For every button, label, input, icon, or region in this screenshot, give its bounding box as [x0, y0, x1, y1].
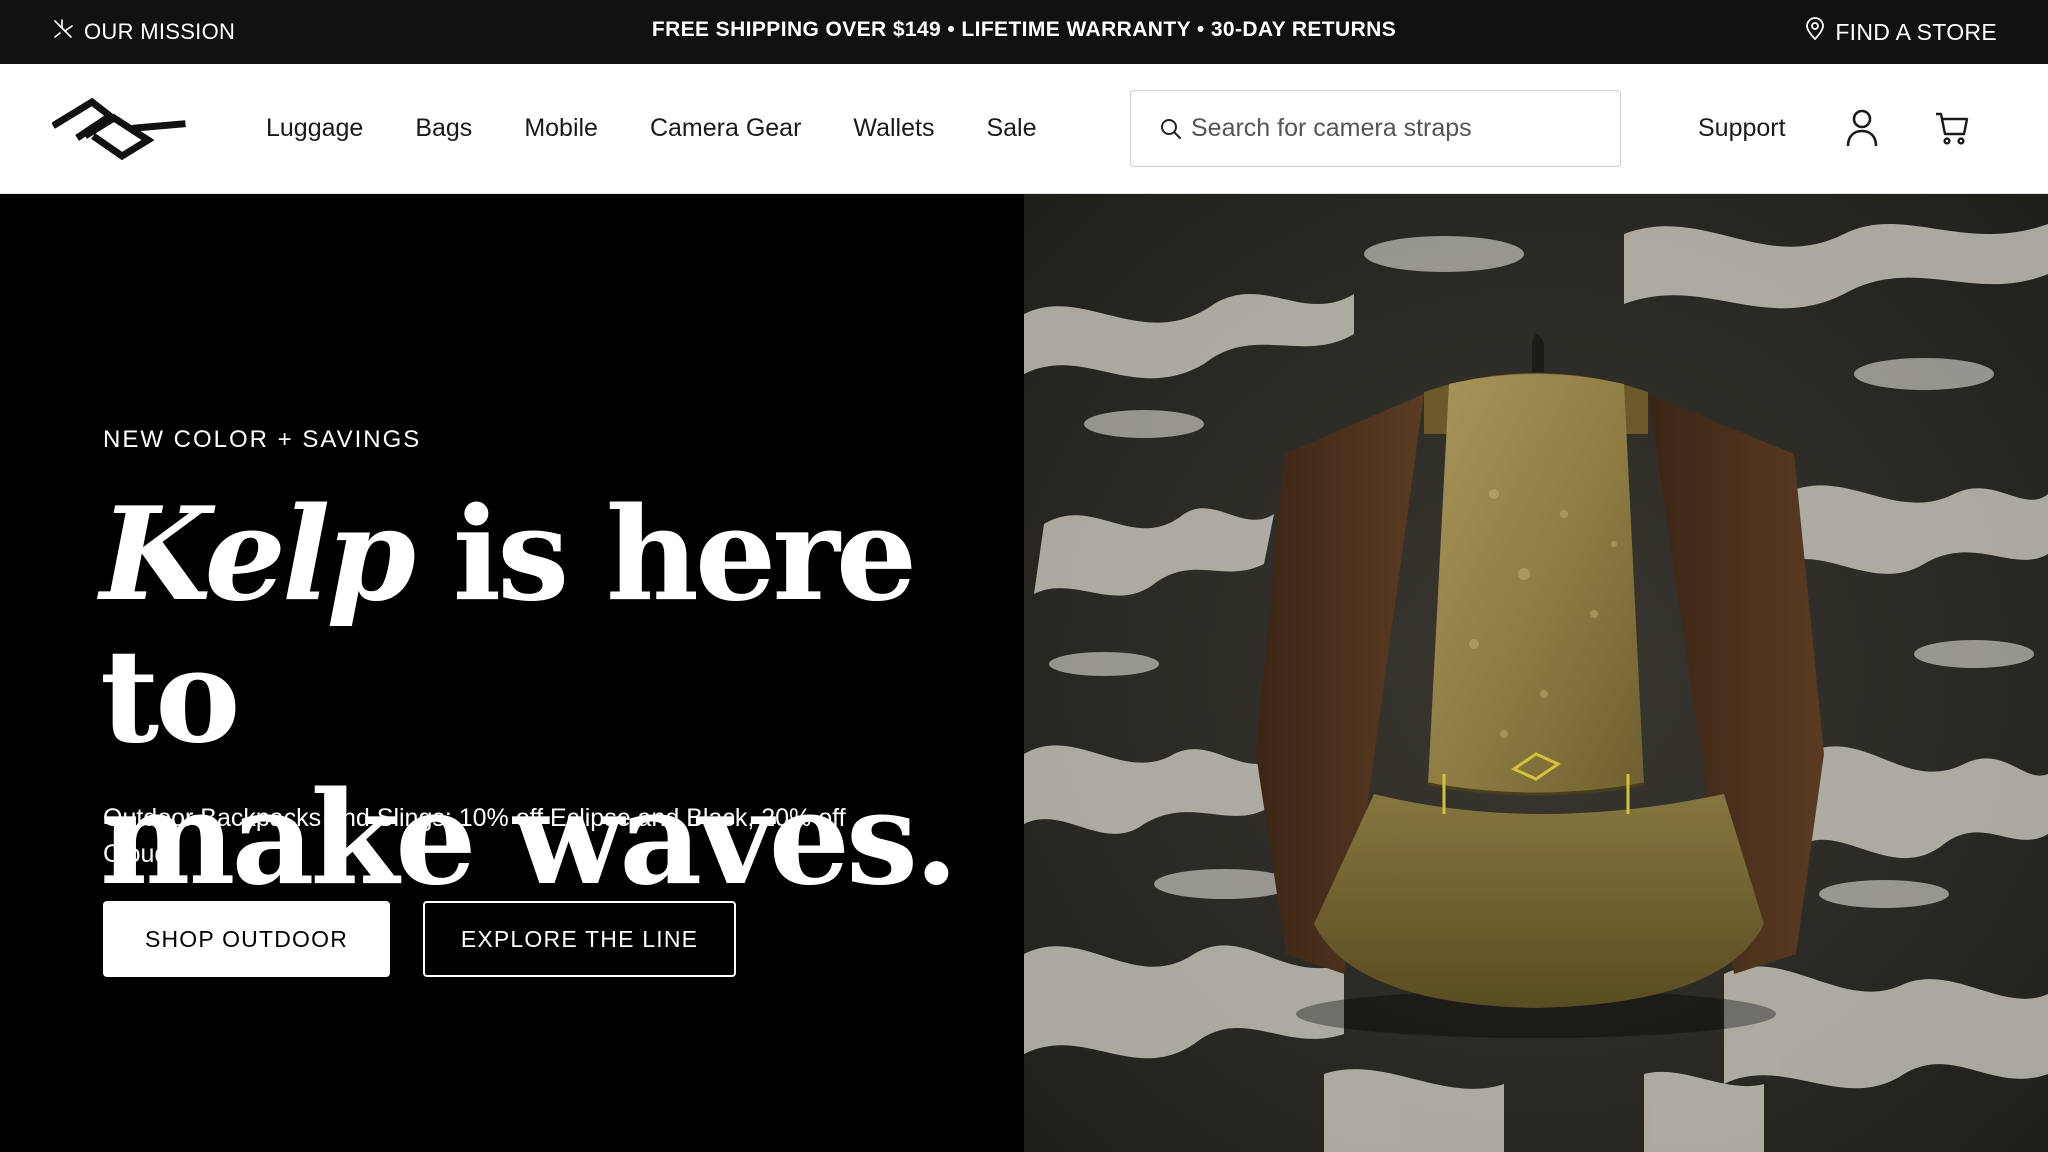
nav-item-mobile[interactable]: Mobile [524, 114, 598, 143]
cart-icon[interactable] [1934, 110, 1970, 146]
promo-message: FREE SHIPPING OVER $149 • LIFETIME WARRA… [651, 18, 1397, 41]
main-nav: Luggage Bags Mobile Camera Gear Wallets … [266, 64, 1089, 192]
hero-subcopy: Outdoor Backpacks and Slings: 10% off Ec… [103, 804, 846, 868]
announcement-bar: OUR MISSION FREE SHIPPING OVER $149 • LI… [0, 0, 2048, 64]
brand-logo[interactable] [51, 97, 186, 161]
user-icon[interactable] [1845, 108, 1879, 148]
nav-item-sale[interactable]: Sale [986, 114, 1036, 143]
site-header: Luggage Bags Mobile Camera Gear Wallets … [0, 64, 2048, 194]
nav-item-bags[interactable]: Bags [415, 114, 472, 143]
find-a-store-label: FIND A STORE [1835, 18, 1997, 45]
map-pin-icon [1805, 17, 1825, 47]
backpack-illustration [1256, 334, 1824, 1038]
hero-section: NEW COLOR + SAVINGS Kelp is here to make… [0, 194, 2048, 1152]
shop-outdoor-button[interactable]: SHOP OUTDOOR [103, 901, 390, 977]
hero-eyebrow: NEW COLOR + SAVINGS [103, 426, 422, 453]
support-link[interactable]: Support [1698, 64, 1786, 192]
nav-item-camera-gear[interactable]: Camera Gear [650, 114, 801, 143]
search-icon [1159, 117, 1183, 141]
nav-item-wallets[interactable]: Wallets [853, 114, 934, 143]
find-a-store-link[interactable]: FIND A STORE [1805, 0, 1997, 64]
search-box[interactable] [1130, 90, 1621, 167]
nav-item-luggage[interactable]: Luggage [266, 114, 363, 143]
headline-emphasis: Kelp [100, 480, 416, 630]
explore-the-line-button[interactable]: EXPLORE THE LINE [423, 901, 736, 977]
hero-copy-panel: NEW COLOR + SAVINGS Kelp is here to make… [0, 194, 1024, 1152]
hero-image [1024, 194, 2048, 1152]
search-input[interactable] [1191, 108, 1611, 149]
